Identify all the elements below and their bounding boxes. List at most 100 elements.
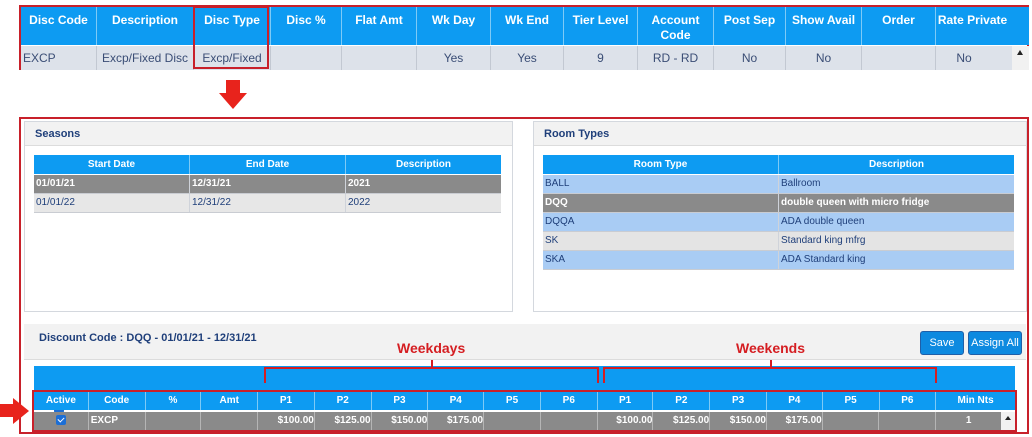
weekends-bracket	[603, 360, 937, 383]
season-end: 12/31/21	[190, 175, 346, 193]
cell-wk-day: Yes	[417, 46, 491, 70]
room-type-description: Ballroom	[781, 178, 821, 189]
scroll-up-arrow-icon[interactable]	[1005, 416, 1011, 420]
cell-weekday-p4[interactable]: $175.00	[428, 412, 485, 430]
cell-description: Excp/Fixed Disc	[97, 46, 194, 70]
col-min-nts[interactable]: Min Nts	[936, 392, 1015, 410]
col-weekend-p2[interactable]: P2	[653, 392, 711, 410]
col-show-avail[interactable]: Show Avail	[786, 7, 862, 45]
cell-weekend-p3[interactable]: $150.00	[710, 412, 767, 430]
room-type-row[interactable]: SKA ADA Standard king	[543, 251, 1014, 270]
checkbox-checked-icon[interactable]	[55, 415, 66, 426]
col-description[interactable]: Description	[97, 7, 194, 45]
assign-all-button[interactable]: Assign All	[968, 331, 1022, 355]
col-account-code[interactable]: Account Code	[638, 7, 714, 45]
down-arrow-annotation-icon	[219, 80, 247, 110]
room-type-description: ADA Standard king	[781, 254, 866, 265]
room-types-title: Room Types	[534, 122, 1026, 146]
cell-weekday-p2[interactable]: $125.00	[315, 412, 372, 430]
col-wk-day[interactable]: Wk Day	[417, 7, 491, 45]
cell-min-nts[interactable]: 1	[936, 412, 1001, 430]
col-weekday-p1[interactable]: P1	[258, 392, 315, 410]
cell-weekend-p1[interactable]: $100.00	[598, 412, 654, 430]
col-disc-code[interactable]: Disc Code	[21, 7, 97, 45]
season-start: 01/01/22	[34, 194, 190, 212]
cell-weekend-p6[interactable]	[879, 412, 937, 430]
col-end-date[interactable]: End Date	[190, 155, 346, 174]
col-weekday-p3[interactable]: P3	[372, 392, 429, 410]
season-discount-frame: Seasons Start Date End Date Description …	[19, 117, 1029, 434]
col-weekend-p4[interactable]: P4	[767, 392, 823, 410]
col-active[interactable]: Active	[34, 392, 89, 410]
cell-weekday-p3[interactable]: $150.00	[372, 412, 429, 430]
col-weekend-p3[interactable]: P3	[710, 392, 767, 410]
room-type-code: DQQA	[543, 213, 779, 231]
col-wk-end[interactable]: Wk End	[491, 7, 564, 45]
season-row[interactable]: 01/01/21 12/31/21 2021	[34, 175, 501, 194]
cell-flat-amt	[342, 46, 417, 70]
col-weekday-p2[interactable]: P2	[315, 392, 372, 410]
cell-code: EXCP	[89, 412, 146, 430]
col-start-date[interactable]: Start Date	[34, 155, 190, 174]
right-arrow-annotation-icon	[0, 398, 30, 424]
col-flat-amt[interactable]: Flat Amt	[342, 7, 417, 45]
cell-active[interactable]	[34, 412, 89, 430]
weekdays-bracket	[264, 360, 599, 383]
room-type-row[interactable]: SK Standard king mfrg	[543, 232, 1014, 251]
room-type-code: SK	[543, 232, 779, 250]
room-type-description: double queen with micro fridge	[781, 197, 930, 208]
discount-grid-row[interactable]: EXCP Excp/Fixed Disc Excp/Fixed Yes Yes …	[21, 46, 1012, 70]
room-type-row[interactable]: DQQA ADA double queen	[543, 213, 1014, 232]
season-row[interactable]: 01/01/22 12/31/22 2022	[34, 194, 501, 213]
discount-code-bar: Discount Code : DQQ - 01/01/21 - 12/31/2…	[24, 324, 1026, 360]
cell-weekend-p4[interactable]: $175.00	[767, 412, 823, 430]
cell-weekday-p6[interactable]	[541, 412, 598, 430]
col-code[interactable]: Code	[89, 392, 146, 410]
col-weekend-p1[interactable]: P1	[598, 392, 654, 410]
cell-weekday-p1[interactable]: $100.00	[258, 412, 315, 430]
rate-row[interactable]: EXCP $100.00 $125.00 $150.00 $175.00 $10…	[34, 412, 1001, 430]
room-type-description: ADA double queen	[781, 216, 865, 227]
col-season-description[interactable]: Description	[346, 155, 501, 174]
cell-weekday-p5[interactable]	[484, 412, 541, 430]
scroll-up-arrow-icon[interactable]	[1017, 50, 1023, 55]
save-button[interactable]: Save	[920, 331, 964, 355]
col-rate-private[interactable]: Rate Private	[936, 7, 1009, 45]
col-post-sep[interactable]: Post Sep	[714, 7, 786, 45]
cell-account-code: RD - RD	[638, 46, 714, 70]
cell-weekend-p2[interactable]: $125.00	[653, 412, 711, 430]
col-weekday-p4[interactable]: P4	[428, 392, 485, 410]
weekends-annotation: Weekends	[736, 340, 805, 356]
col-weekday-p6[interactable]: P6	[541, 392, 598, 410]
col-weekday-p5[interactable]: P5	[484, 392, 541, 410]
col-tier-level[interactable]: Tier Level	[564, 7, 638, 45]
weekdays-annotation: Weekdays	[397, 340, 466, 356]
seasons-title: Seasons	[25, 122, 512, 146]
col-weekend-p6[interactable]: P6	[880, 392, 937, 410]
rate-grid-scrollbar[interactable]	[1001, 412, 1015, 430]
season-end: 12/31/22	[190, 194, 346, 212]
discount-grid-scrollbar[interactable]	[1012, 46, 1029, 70]
discount-grid-header: Disc Code Description Disc Type Disc % F…	[21, 7, 1029, 45]
season-description: 2022	[348, 197, 371, 208]
room-type-row[interactable]: BALL Ballroom	[543, 175, 1014, 194]
col-amt[interactable]: Amt	[201, 392, 259, 410]
col-order[interactable]: Order	[862, 7, 936, 45]
col-room-type[interactable]: Room Type	[543, 155, 779, 174]
cell-amt[interactable]	[201, 412, 259, 430]
room-type-description: Standard king mfrg	[781, 235, 866, 246]
cell-tier-level: 9	[564, 46, 638, 70]
cell-pct[interactable]	[146, 412, 202, 430]
col-disc-pct[interactable]: Disc %	[271, 7, 342, 45]
cell-weekend-p5[interactable]	[823, 412, 880, 430]
room-types-panel: Room Types Room Type Description BALL Ba…	[533, 121, 1027, 312]
cell-disc-pct	[271, 46, 342, 70]
col-weekend-p5[interactable]: P5	[823, 392, 880, 410]
room-type-row[interactable]: DQQ double queen with micro fridge	[543, 194, 1014, 213]
col-pct[interactable]: %	[146, 392, 202, 410]
discount-code-title: Discount Code : DQQ - 01/01/21 - 12/31/2…	[39, 332, 257, 344]
col-room-description[interactable]: Description	[779, 155, 1014, 174]
cell-rate-private: No	[956, 51, 972, 65]
discount-grid: Disc Code Description Disc Type Disc % F…	[19, 5, 1029, 70]
season-description: 2021	[348, 178, 371, 189]
